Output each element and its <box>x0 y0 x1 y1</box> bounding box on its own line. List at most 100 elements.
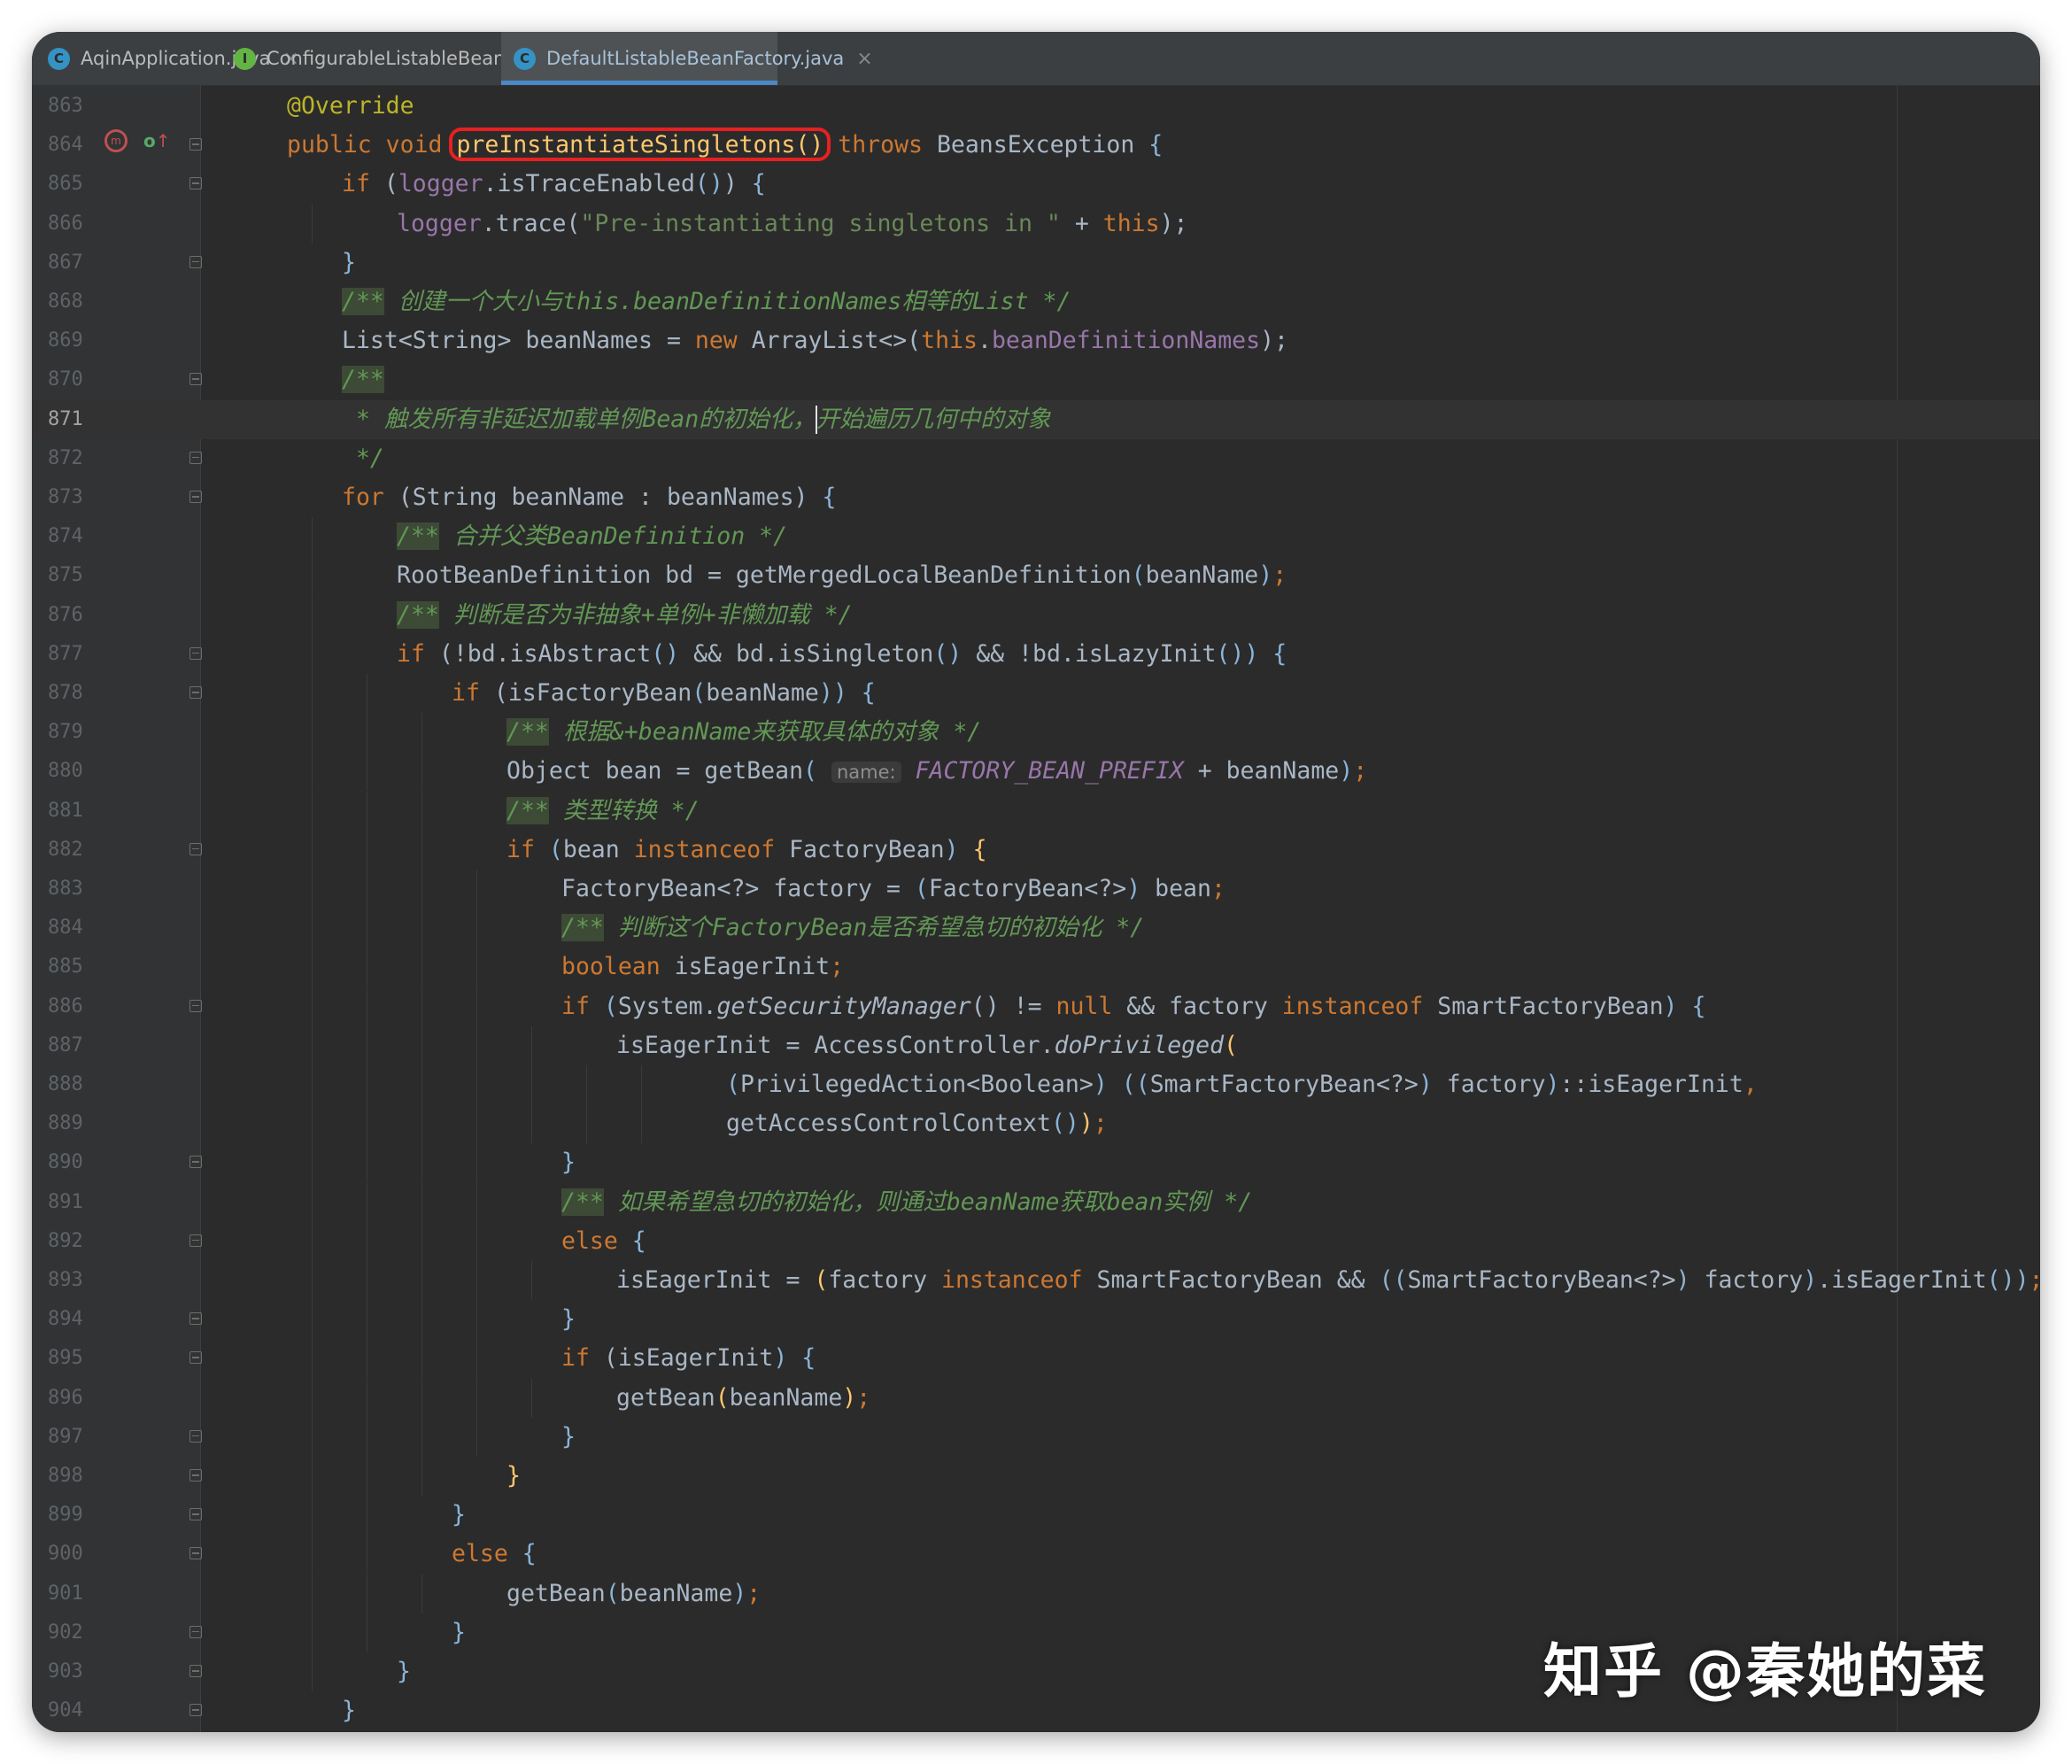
line-number[interactable]: 878 <box>48 674 112 713</box>
line-number[interactable]: 882 <box>48 831 112 870</box>
code-line[interactable]: 864 public void preInstantiateSingletons(… <box>32 126 2040 165</box>
editor-tab-0[interactable]: C AqinApplication.java × <box>35 32 299 85</box>
code-line[interactable]: 876 /** 判断是否为非抽象+单例+非懒加载 */ <box>32 595 2040 635</box>
line-number[interactable]: 903 <box>48 1652 112 1691</box>
line-number[interactable]: 891 <box>48 1183 112 1222</box>
code-line[interactable]: 883 FactoryBean<?> factory = (FactoryBean… <box>32 870 2040 909</box>
line-number[interactable]: 871 <box>48 400 112 439</box>
fold-marker-icon[interactable] <box>189 1508 202 1521</box>
fold-marker-icon[interactable] <box>189 1704 202 1717</box>
fold-marker-icon[interactable] <box>189 138 202 151</box>
line-number[interactable]: 883 <box>48 870 112 909</box>
code-editor[interactable]: 863 @Override 864 public void preInstantiat… <box>32 85 2040 1732</box>
code-line[interactable]: 880 Object bean = getBean( name: FACTORY_… <box>32 752 2040 792</box>
line-number[interactable]: 869 <box>48 321 112 360</box>
code-line[interactable]: 901 getBean(beanName); <box>32 1574 2040 1613</box>
code-line[interactable]: 879 /** 根据&+beanName来获取具体的对象 */ <box>32 713 2040 753</box>
code-line[interactable]: 866 logger.trace("Pre-instantiating singl… <box>32 204 2040 244</box>
line-number[interactable]: 887 <box>48 1026 112 1065</box>
line-number[interactable]: 898 <box>48 1457 112 1496</box>
code-line[interactable]: 900 else { <box>32 1535 2040 1574</box>
code-line[interactable]: 867} <box>32 244 2040 282</box>
fold-marker-icon[interactable] <box>189 1547 202 1560</box>
fold-marker-icon[interactable] <box>189 1351 202 1365</box>
line-number[interactable]: 888 <box>48 1065 112 1104</box>
line-number[interactable]: 880 <box>48 752 112 791</box>
fold-marker-icon[interactable] <box>189 491 202 503</box>
code-line[interactable]: 884 /** 判断这个FactoryBean是否希望急切的初始化 */ <box>32 909 2040 948</box>
code-line[interactable]: 868 /** 创建一个大小与this.beanDefinitionNames相等… <box>32 282 2040 321</box>
line-number[interactable]: 900 <box>48 1535 112 1574</box>
close-icon[interactable]: × <box>856 48 872 70</box>
line-number[interactable]: 902 <box>48 1613 112 1652</box>
line-number[interactable]: 868 <box>48 282 112 321</box>
editor-tab-2[interactable]: C DefaultListableBeanFactory.java × <box>501 32 873 85</box>
fold-marker-icon[interactable] <box>189 686 202 699</box>
line-number[interactable]: 901 <box>48 1574 112 1613</box>
code-line[interactable]: 897} <box>32 1417 2040 1457</box>
code-line[interactable]: 865 if (logger.isTraceEnabled()) { <box>32 165 2040 204</box>
editor-tab-1[interactable]: IConfigurableListableBeanFactory.java× <box>221 32 644 85</box>
line-number[interactable]: 904 <box>48 1691 112 1730</box>
code-line[interactable]: 894} <box>32 1300 2040 1340</box>
line-number[interactable]: 886 <box>48 987 112 1026</box>
line-number[interactable]: 865 <box>48 165 112 204</box>
code-line[interactable]: 870 /** <box>32 360 2040 399</box>
line-number[interactable]: 894 <box>48 1300 112 1339</box>
fold-marker-icon[interactable] <box>189 255 202 268</box>
line-number[interactable]: 872 <box>48 439 112 478</box>
line-number[interactable]: 892 <box>48 1222 112 1261</box>
line-number[interactable]: 893 <box>48 1261 112 1300</box>
line-number[interactable]: 863 <box>48 87 112 126</box>
fold-marker-icon[interactable] <box>189 1429 202 1443</box>
line-number[interactable]: 895 <box>48 1339 112 1378</box>
line-number[interactable]: 881 <box>48 792 112 831</box>
code-line[interactable]: 885 boolean isEagerInit; <box>32 948 2040 987</box>
code-line[interactable]: 893 isEagerInit = (factory instanceof Sma… <box>32 1261 2040 1300</box>
code-line[interactable]: 877 if (!bd.isAbstract() && bd.isSingleto… <box>32 634 2040 674</box>
code-line[interactable]: 873 for (String beanName : beanNames) { <box>32 478 2040 517</box>
code-line[interactable]: 891 /** 如果希望急切的初始化，则通过beanName获取bean实例 */ <box>32 1182 2040 1222</box>
fold-marker-icon[interactable] <box>189 1469 202 1482</box>
fold-marker-icon[interactable] <box>189 1234 202 1247</box>
line-number[interactable]: 884 <box>48 909 112 948</box>
code-line[interactable]: 887 isEagerInit = AccessController.doPriv… <box>32 1025 2040 1065</box>
code-line[interactable]: 895 if (isEagerInit) { <box>32 1339 2040 1379</box>
fold-marker-icon[interactable] <box>189 842 202 855</box>
implemented-method-icon[interactable]: m <box>104 129 128 152</box>
code-line[interactable]: 881 /** 类型转换 */ <box>32 791 2040 831</box>
line-number[interactable]: 896 <box>48 1379 112 1418</box>
code-line[interactable]: 896 getBean(beanName); <box>32 1378 2040 1418</box>
fold-marker-icon[interactable] <box>189 999 202 1012</box>
code-line[interactable]: 872 */ <box>32 439 2040 478</box>
code-line[interactable]: 882 if (bean instanceof FactoryBean) { <box>32 830 2040 870</box>
line-number[interactable]: 879 <box>48 713 112 752</box>
line-number[interactable]: 875 <box>48 556 112 595</box>
line-number[interactable]: 873 <box>48 478 112 517</box>
line-number[interactable]: 885 <box>48 948 112 986</box>
line-number[interactable]: 890 <box>48 1143 112 1182</box>
line-number[interactable]: 867 <box>48 244 112 282</box>
line-number[interactable]: 870 <box>48 360 112 399</box>
code-line[interactable]: 863 @Override <box>32 87 2040 126</box>
fold-marker-icon[interactable] <box>189 451 202 464</box>
code-line[interactable]: 875 RootBeanDefinition bd = getMergedLoca… <box>32 556 2040 596</box>
line-number[interactable]: 864 <box>48 126 112 165</box>
override-method-icon[interactable]: o↑ <box>143 129 171 152</box>
line-number[interactable]: 899 <box>48 1496 112 1535</box>
code-line[interactable]: 888 (PrivilegedAction<Boolean>) ((SmartFa… <box>32 1065 2040 1104</box>
code-line[interactable]: 886 if (System.getSecurityManager() != nu… <box>32 986 2040 1026</box>
line-number[interactable]: 889 <box>48 1104 112 1143</box>
code-line[interactable]: 890} <box>32 1143 2040 1183</box>
fold-marker-icon[interactable] <box>189 177 202 190</box>
line-number[interactable]: 866 <box>48 205 112 244</box>
fold-marker-icon[interactable] <box>189 1156 202 1169</box>
fold-marker-icon[interactable] <box>189 1312 202 1326</box>
line-number[interactable]: 874 <box>48 517 112 556</box>
code-line[interactable]: 899} <box>32 1496 2040 1536</box>
line-number[interactable]: 877 <box>48 635 112 674</box>
fold-marker-icon[interactable] <box>189 646 202 660</box>
code-line[interactable]: 869 List<String> beanNames = new ArrayLis… <box>32 321 2040 360</box>
code-line[interactable]: 898} <box>32 1457 2040 1496</box>
fold-marker-icon[interactable] <box>189 1665 202 1677</box>
